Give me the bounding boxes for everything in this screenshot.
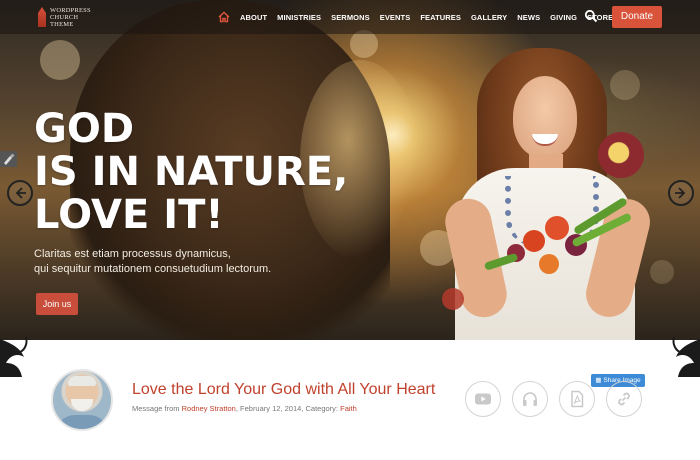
speaker-link[interactable]: Rodney Stratton xyxy=(182,404,236,413)
site-logo[interactable]: WORDPRESS CHURCH THEME xyxy=(38,7,91,28)
passion-fruit xyxy=(598,132,644,178)
category-label: Category: xyxy=(305,404,339,413)
top-navigation-bar: WORDPRESS CHURCH THEME ABOUT MINISTRIES … xyxy=(0,0,700,34)
join-us-button[interactable]: Join us xyxy=(36,293,78,315)
nav-news[interactable]: NEWS xyxy=(517,13,540,22)
hero-headline: GOD IS IN NATURE, LOVE IT! xyxy=(34,108,394,237)
main-menu: ABOUT MINISTRIES SERMONS EVENTS FEATURES… xyxy=(218,0,623,34)
nav-features[interactable]: FEATURES xyxy=(420,13,461,22)
headline-line-1: GOD xyxy=(34,106,135,152)
share-icon: ▦ xyxy=(595,377,602,384)
paintbrush-icon[interactable] xyxy=(0,151,17,167)
pdf-icon xyxy=(571,390,584,408)
headphones-icon xyxy=(523,392,537,406)
page: WORDPRESS CHURCH THEME ABOUT MINISTRIES … xyxy=(0,0,700,460)
nav-events[interactable]: EVENTS xyxy=(380,13,411,22)
youtube-icon xyxy=(475,393,491,405)
donate-button[interactable]: Donate xyxy=(612,6,662,28)
logo-line-1: WORDPRESS xyxy=(50,7,91,14)
slider-prev-button[interactable] xyxy=(7,180,33,206)
category-link[interactable]: Faith xyxy=(340,404,357,413)
meta-prefix: Message from xyxy=(132,404,180,413)
nav-ministries[interactable]: MINISTRIES xyxy=(277,13,321,22)
nav-giving[interactable]: GIVING xyxy=(550,13,577,22)
audio-button[interactable] xyxy=(512,381,548,417)
headline-line-2: IS IN NATURE, xyxy=(34,149,349,195)
hero-subtext-line-1: Claritas est etiam processus dynamicus, xyxy=(34,248,231,260)
nav-gallery[interactable]: GALLERY xyxy=(471,13,507,22)
hero-subtext-line-2: qui sequitur mutationem consuetudium lec… xyxy=(34,263,272,275)
search-icon[interactable] xyxy=(584,9,598,23)
slider-next-button[interactable] xyxy=(668,180,694,206)
hero-woman-image xyxy=(441,48,655,340)
nav-sermons[interactable]: SERMONS xyxy=(331,13,370,22)
ornament-left-icon xyxy=(0,336,28,377)
video-button[interactable] xyxy=(465,381,501,417)
church-logo-icon xyxy=(38,7,46,27)
nav-about[interactable]: ABOUT xyxy=(240,13,267,22)
home-icon[interactable] xyxy=(218,11,230,23)
hero-subtext: Claritas est etiam processus dynamicus, … xyxy=(34,247,334,277)
chevron-right-icon xyxy=(675,187,686,199)
link-button[interactable] xyxy=(606,381,642,417)
chevron-left-icon xyxy=(15,187,26,199)
logo-line-2: CHURCH xyxy=(50,14,79,21)
sermon-date: February 12, 2014 xyxy=(240,404,302,413)
speaker-avatar xyxy=(51,369,113,431)
apple xyxy=(442,288,464,310)
ornament-right-icon xyxy=(672,336,700,377)
headline-line-3: LOVE IT! xyxy=(34,192,224,238)
sermon-title[interactable]: Love the Lord Your God with All Your Hea… xyxy=(132,381,435,399)
pdf-button[interactable] xyxy=(559,381,595,417)
link-icon xyxy=(618,392,630,406)
sermon-meta: Message from Rodney Stratton, February 1… xyxy=(132,404,357,413)
logo-line-3: THEME xyxy=(50,21,74,28)
